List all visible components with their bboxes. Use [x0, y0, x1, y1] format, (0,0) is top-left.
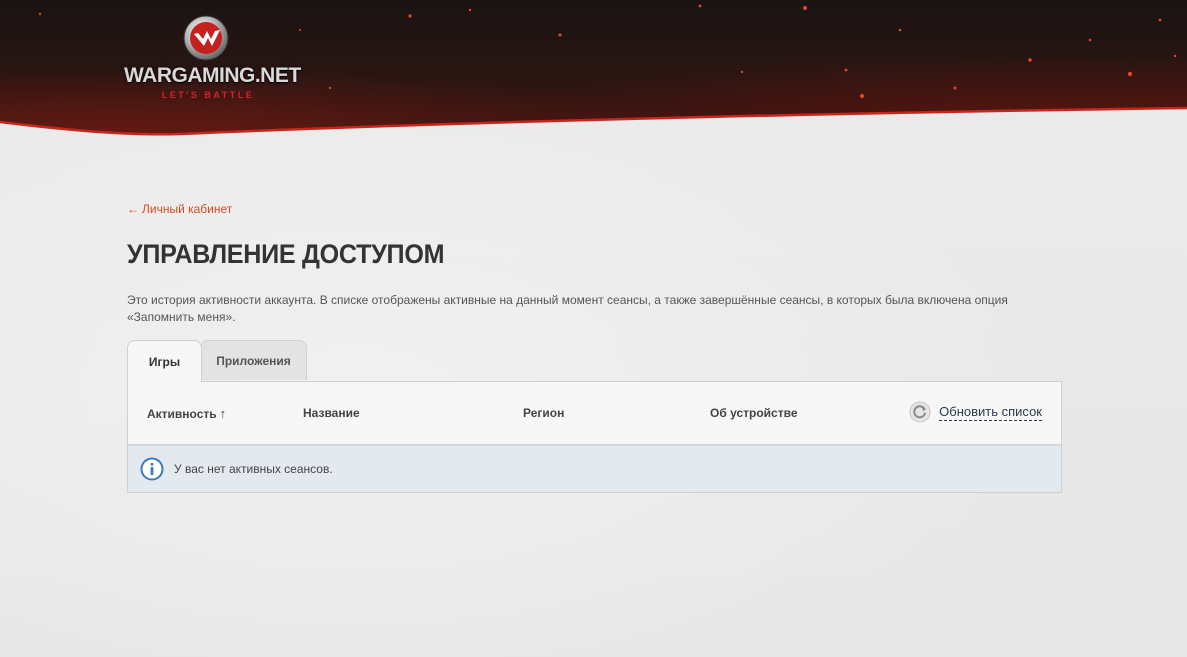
- no-sessions-notice: У вас нет активных сеансов.: [128, 445, 1061, 492]
- logo-wordmark: WARGAMING.NET: [124, 64, 301, 87]
- tab-applications[interactable]: Приложения: [200, 340, 307, 380]
- table-header: Активность ↑ Название Регион Об устройств…: [128, 382, 1061, 445]
- tab-bar: Игры Приложения: [127, 340, 1062, 382]
- column-activity[interactable]: Активность ↑: [147, 406, 226, 421]
- back-link-label: Личный кабинет: [142, 202, 233, 216]
- tab-games[interactable]: Игры: [127, 340, 202, 382]
- main-content: ← Личный кабинет УПРАВЛЕНИЕ ДОСТУПОМ Это …: [127, 200, 1062, 493]
- refresh-list-button[interactable]: Обновить список: [909, 401, 1042, 423]
- sort-arrow-up-icon: ↑: [219, 406, 227, 421]
- page-title: УПРАВЛЕНИЕ ДОСТУПОМ: [127, 239, 445, 269]
- column-device: Об устройстве: [710, 406, 798, 420]
- wargaming-emblem-icon: [183, 15, 229, 61]
- back-to-account-link[interactable]: ← Личный кабинет: [127, 202, 232, 216]
- column-region: Регион: [523, 406, 565, 420]
- column-activity-label: Активность: [147, 407, 217, 421]
- logo-tagline: LET'S BATTLE: [161, 90, 255, 100]
- info-icon: [140, 457, 164, 481]
- refresh-icon: [909, 401, 931, 423]
- wargaming-logo[interactable]: WARGAMING.NET LET'S BATTLE: [124, 12, 301, 104]
- page: WARGAMING.NET LET'S BATTLE ← Личный кабин…: [0, 0, 1187, 657]
- header-banner: WARGAMING.NET LET'S BATTLE: [0, 0, 1187, 140]
- refresh-list-label: Обновить список: [939, 403, 1042, 421]
- page-description: Это история активности аккаунта. В списк…: [127, 293, 1008, 324]
- sessions-panel: Активность ↑ Название Регион Об устройств…: [127, 381, 1062, 493]
- back-arrow-icon: ←: [127, 202, 139, 216]
- notice-text: У вас нет активных сеансов.: [174, 462, 333, 476]
- column-name: Название: [303, 406, 360, 420]
